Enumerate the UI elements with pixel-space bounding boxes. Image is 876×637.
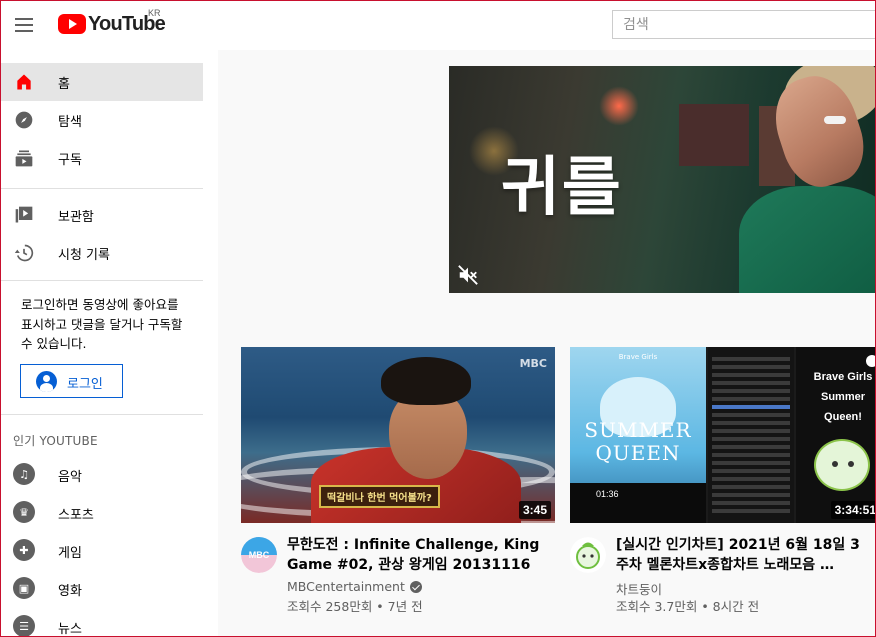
sidebar: 홈 탐색 구독 보관함 시청 기록 로그인하면 동영상에 좋아요를 표시하고 댓…	[0, 50, 218, 637]
character-icon	[814, 439, 870, 491]
sidebar-item-label: 스포츠	[58, 508, 94, 523]
search-box[interactable]	[612, 10, 876, 39]
sidebar-item-label: 시청 기록	[58, 247, 110, 263]
signin-button[interactable]: 로그인	[20, 364, 123, 398]
sidebar-divider	[0, 414, 203, 415]
sidebar-item-home[interactable]: 홈	[0, 63, 203, 101]
sidebar-item-movies[interactable]: ▣ 영화	[0, 569, 203, 607]
news-icon: ☰	[13, 615, 35, 637]
sidebar-item-label: 음악	[58, 470, 82, 485]
video-title[interactable]: [실시간 인기차트] 2021년 6월 18일 3주차 멜론차트x종합차트 노래…	[616, 535, 872, 575]
hero-title: 귀를	[501, 151, 623, 225]
album-small-title: Brave Girls	[618, 353, 658, 361]
search-input[interactable]	[613, 11, 876, 38]
sidebar-item-library[interactable]: 보관함	[0, 196, 203, 234]
video-card[interactable]: MBC 떡갈비나 한번 먹어볼까? 3:45 MBC 무한도전 : Infini…	[241, 347, 555, 617]
hero-person-shirt	[739, 186, 876, 293]
sidebar-item-label: 구독	[58, 152, 82, 168]
sidebar-item-news[interactable]: ☰ 뉴스	[0, 607, 203, 637]
menu-icon[interactable]	[12, 13, 36, 37]
signin-prompt: 로그인하면 동영상에 좋아요를 표시하고 댓글을 달거나 구독할 수 있습니다.	[21, 297, 183, 351]
sidebar-item-history[interactable]: 시청 기록	[0, 234, 203, 272]
sidebar-item-label: 뉴스	[58, 622, 82, 637]
subscriptions-icon	[15, 150, 33, 167]
mute-icon[interactable]	[457, 264, 479, 286]
thumbnail-side-text: Brave Girls Summer Queen!	[813, 371, 873, 423]
avatar-text: MBC	[249, 550, 270, 560]
video-thumbnail[interactable]: MBC 떡갈비나 한번 먹어볼까? 3:45	[241, 347, 555, 523]
player-time: 01:36	[596, 489, 619, 499]
hat	[381, 357, 471, 405]
sidebar-item-gaming[interactable]: ✚ 게임	[0, 531, 203, 569]
sidebar-item-label: 영화	[58, 584, 82, 599]
video-duration: 3:34:51	[830, 501, 876, 519]
earbud	[824, 116, 846, 124]
sidebar-item-label: 보관함	[58, 209, 94, 225]
channel-name[interactable]: MBCentertainment	[287, 579, 422, 594]
verified-icon	[409, 580, 422, 593]
channel-avatar[interactable]	[570, 537, 606, 573]
country-code: KR	[148, 8, 161, 18]
explore-icon	[15, 111, 33, 129]
sidebar-item-label: 탐색	[58, 114, 82, 130]
sidebar-item-subscriptions[interactable]: 구독	[0, 139, 203, 177]
video-thumbnail[interactable]: Brave Girls SUMMER QUEEN 01:36 Brave Gir…	[570, 347, 876, 523]
gaming-icon: ✚	[13, 539, 35, 561]
trophy-icon: ♛	[13, 501, 35, 523]
history-icon	[14, 244, 34, 262]
video-title[interactable]: 무한도전 : Infinite Challenge, King Game #02…	[287, 535, 557, 575]
sidebar-item-explore[interactable]: 탐색	[0, 101, 203, 139]
movies-icon: ▣	[13, 577, 35, 599]
account-icon	[36, 371, 57, 392]
signin-button-label: 로그인	[67, 377, 103, 392]
home-icon	[17, 74, 31, 90]
video-duration: 3:45	[518, 501, 551, 519]
channel-avatar[interactable]: MBC	[241, 537, 277, 573]
top-header: YouTube KR	[0, 0, 876, 50]
thumbnail-subtitle: 떡갈비나 한번 먹어볼까?	[319, 485, 440, 508]
popular-section-title: 인기 YOUTUBE	[13, 434, 98, 448]
sidebar-item-label: 게임	[58, 546, 82, 561]
library-icon	[15, 206, 33, 223]
sidebar-item-sports[interactable]: ♛ 스포츠	[0, 493, 203, 531]
sidebar-divider	[0, 188, 203, 189]
mbc-watermark: MBC	[519, 357, 547, 370]
video-card[interactable]: Brave Girls SUMMER QUEEN 01:36 Brave Gir…	[570, 347, 876, 617]
music-icon: ♫	[13, 463, 35, 485]
album-title: SUMMER QUEEN	[584, 418, 692, 465]
playlist-panel	[708, 347, 794, 523]
sidebar-item-music[interactable]: ♫ 음악	[0, 455, 203, 493]
play-logo-icon	[58, 14, 86, 34]
video-meta: 조회수 258만회 • 7년 전	[287, 599, 423, 614]
channel-name-text: MBCentertainment	[287, 579, 405, 594]
sidebar-divider	[0, 280, 203, 281]
sidebar-item-label: 홈	[58, 76, 70, 92]
album-art: Brave Girls SUMMER QUEEN 01:36	[570, 347, 706, 523]
clock-icon	[866, 355, 876, 367]
hero-banner[interactable]: 귀를	[449, 66, 876, 293]
video-meta: 조회수 3.7만회 • 8시간 전	[616, 599, 760, 614]
